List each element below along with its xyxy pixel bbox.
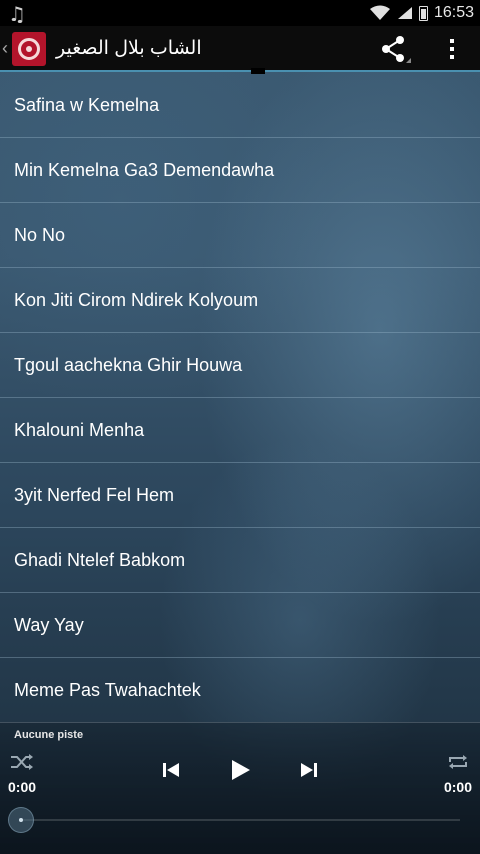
action-bar-indicator (251, 68, 265, 74)
overflow-menu-icon[interactable] (440, 34, 464, 64)
song-item[interactable]: Safina w Kemelna (0, 73, 480, 138)
app-logo-icon[interactable] (12, 32, 46, 66)
song-item[interactable]: 3yit Nerfed Fel Hem (0, 463, 480, 528)
player-bar: Aucune piste 0:00 0:00 (0, 722, 480, 854)
wifi-icon (369, 5, 390, 20)
seek-thumb[interactable] (8, 807, 34, 833)
previous-icon[interactable] (160, 759, 182, 781)
song-item[interactable]: Ghadi Ntelef Babkom (0, 528, 480, 593)
music-note-icon: ♫ (8, 2, 26, 26)
status-bar: ♫ 16:53 (0, 0, 480, 26)
action-bar: ‹ الشاب بلال الصغير (0, 26, 480, 72)
track-name: Aucune piste (14, 729, 84, 741)
elapsed-time: 0:00 (8, 779, 37, 795)
back-chevron-icon[interactable]: ‹ (2, 38, 8, 59)
song-item[interactable]: Khalouni Menha (0, 398, 480, 463)
signal-icon (397, 7, 412, 19)
next-icon[interactable] (298, 759, 320, 781)
shuffle-icon[interactable] (10, 753, 34, 771)
song-item[interactable]: Way Yay (0, 593, 480, 658)
song-item[interactable]: Tgoul aachekna Ghir Houwa (0, 333, 480, 398)
total-time: 0:00 (443, 779, 472, 795)
song-item[interactable]: No No (0, 203, 480, 268)
status-time: 16:53 (433, 4, 474, 21)
battery-icon (418, 5, 428, 21)
status-icons: 16:53 (369, 4, 474, 22)
song-item[interactable]: Min Kemelna Ga3 Demendawha (0, 138, 480, 203)
song-list: Safina w Kemelna Min Kemelna Ga3 Demenda… (0, 73, 480, 723)
app-title: الشاب بلال الصغير (56, 38, 202, 59)
song-item[interactable]: Kon Jiti Cirom Ndirek Kolyoum (0, 268, 480, 333)
play-icon[interactable] (228, 757, 252, 783)
song-item[interactable]: Meme Pas Twahachtek (0, 658, 480, 723)
seek-bar[interactable] (20, 819, 460, 821)
share-icon[interactable] (378, 34, 412, 64)
repeat-icon[interactable] (446, 753, 470, 771)
